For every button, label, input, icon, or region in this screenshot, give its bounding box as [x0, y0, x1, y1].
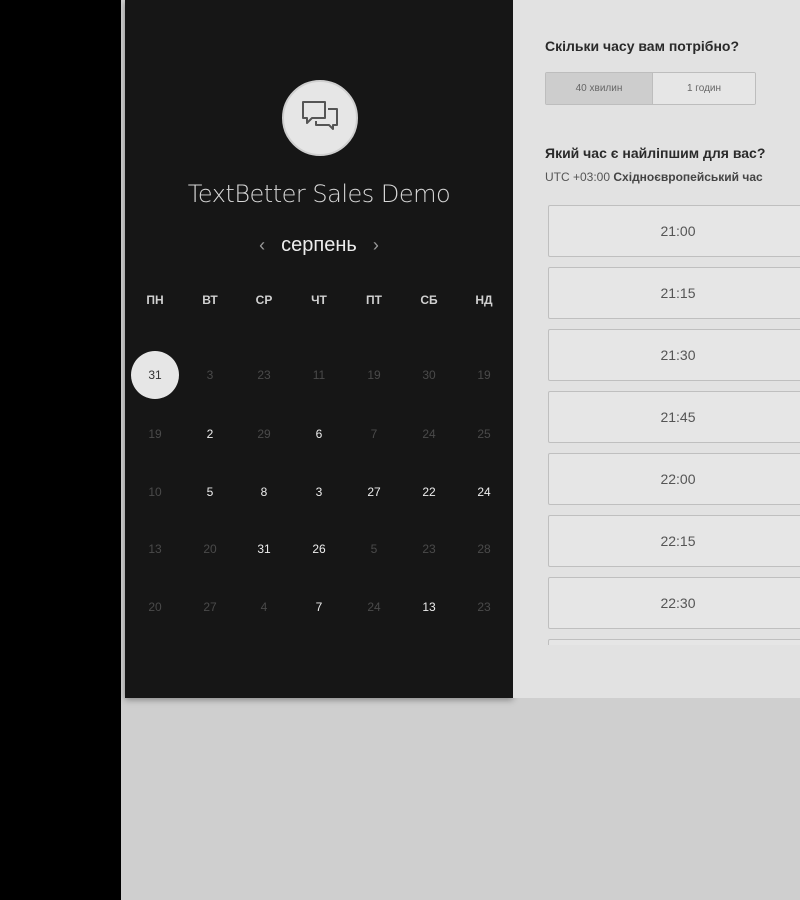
- calendar-day[interactable]: 22: [409, 472, 449, 512]
- calendar-day: 27: [203, 600, 217, 614]
- calendar-day: 19: [367, 368, 381, 382]
- calendar-day: 4: [260, 600, 268, 614]
- event-logo: [282, 80, 358, 156]
- calendar-day: 24: [422, 427, 436, 441]
- calendar-day: 19: [148, 427, 162, 441]
- calendar-day: 24: [367, 600, 381, 614]
- weekday-label: СБ: [420, 293, 438, 307]
- calendar-day: 30: [422, 368, 436, 382]
- timezone-offset: UTC +03:00: [545, 170, 611, 184]
- weekday-header: ПН ВТ СР ЧТ ПТ СБ НД: [125, 293, 513, 313]
- time-slot-list: 21:00 21:15 21:30 21:45 22:00 22:15 22:30: [548, 205, 800, 645]
- calendar-day[interactable]: 3: [299, 472, 339, 512]
- time-slot-button[interactable]: [548, 639, 800, 645]
- time-slot-label: 22:00: [660, 471, 696, 487]
- time-slot-label: 21:30: [660, 347, 696, 363]
- weekday-label: ПТ: [366, 293, 382, 307]
- time-slot-button[interactable]: 21:45: [548, 391, 800, 443]
- calendar-day: 23: [257, 368, 271, 382]
- calendar-day: 3: [206, 368, 214, 382]
- calendar-day[interactable]: 6: [299, 414, 339, 454]
- calendar-day: 25: [477, 427, 491, 441]
- calendar-day[interactable]: 5: [190, 472, 230, 512]
- next-month-button[interactable]: ›: [371, 235, 381, 256]
- calendar-day: 13: [148, 542, 162, 556]
- weekday-label: НД: [475, 293, 493, 307]
- time-slot-button[interactable]: 22:15: [548, 515, 800, 567]
- calendar-day: 11: [312, 368, 326, 382]
- time-slot-label: 21:45: [660, 409, 696, 425]
- time-slot-label: 22:30: [660, 595, 696, 611]
- calendar-day: 10: [148, 485, 162, 499]
- calendar-day[interactable]: 27: [354, 472, 394, 512]
- calendar-day: 20: [148, 600, 162, 614]
- weekday-label: ЧТ: [311, 293, 327, 307]
- time-slot-label: 22:15: [660, 533, 696, 549]
- duration-selector: 40 хвилин 1 годин: [545, 72, 756, 105]
- calendar-day[interactable]: 26: [299, 529, 339, 569]
- calendar-day[interactable]: 2: [190, 414, 230, 454]
- prev-month-button[interactable]: ‹: [257, 235, 267, 256]
- weekday-label: ПН: [146, 293, 164, 307]
- time-slot-label: 21:15: [660, 285, 696, 301]
- time-slot-button[interactable]: 21:00: [548, 205, 800, 257]
- calendar-day[interactable]: 31: [244, 529, 284, 569]
- calendar-day: 19: [477, 368, 491, 382]
- timezone-name: Східноєвропейський час: [613, 170, 763, 184]
- weekday-label: ВТ: [202, 293, 218, 307]
- time-question: Який час є найліпшим для вас?: [545, 145, 766, 161]
- duration-question: Скільки часу вам потрібно?: [545, 38, 740, 54]
- calendar-day[interactable]: 24: [464, 472, 504, 512]
- time-slot-label: 21:00: [660, 223, 696, 239]
- calendar-day: 23: [422, 542, 436, 556]
- month-label: серпень: [281, 233, 357, 256]
- weekday-label: СР: [255, 293, 273, 307]
- calendar-day[interactable]: 13: [409, 587, 449, 627]
- timezone-selector[interactable]: UTC +03:00 Східноєвропейський час: [545, 170, 763, 184]
- calendar-day[interactable]: 8: [244, 472, 284, 512]
- duration-option-1hour[interactable]: 1 годин: [653, 73, 755, 104]
- event-title: TextBetter Sales Demo: [187, 180, 451, 208]
- time-slot-button[interactable]: 21:30: [548, 329, 800, 381]
- calendar-day-selected[interactable]: 31: [131, 351, 179, 399]
- calendar-day: 23: [477, 600, 491, 614]
- calendar-day: 29: [257, 427, 271, 441]
- duration-option-40min[interactable]: 40 хвилин: [546, 73, 653, 104]
- calendar-day: 7: [370, 427, 378, 441]
- calendar-day: 28: [477, 542, 491, 556]
- calendar-day: 20: [203, 542, 217, 556]
- calendar-day: 5: [370, 542, 378, 556]
- time-slot-button[interactable]: 22:00: [548, 453, 800, 505]
- calendar-day[interactable]: 7: [299, 587, 339, 627]
- time-slot-button[interactable]: 21:15: [548, 267, 800, 319]
- time-slot-button[interactable]: 22:30: [548, 577, 800, 629]
- chat-bubbles-icon: [300, 99, 340, 138]
- month-navigation: ‹ серпень ›: [125, 230, 513, 260]
